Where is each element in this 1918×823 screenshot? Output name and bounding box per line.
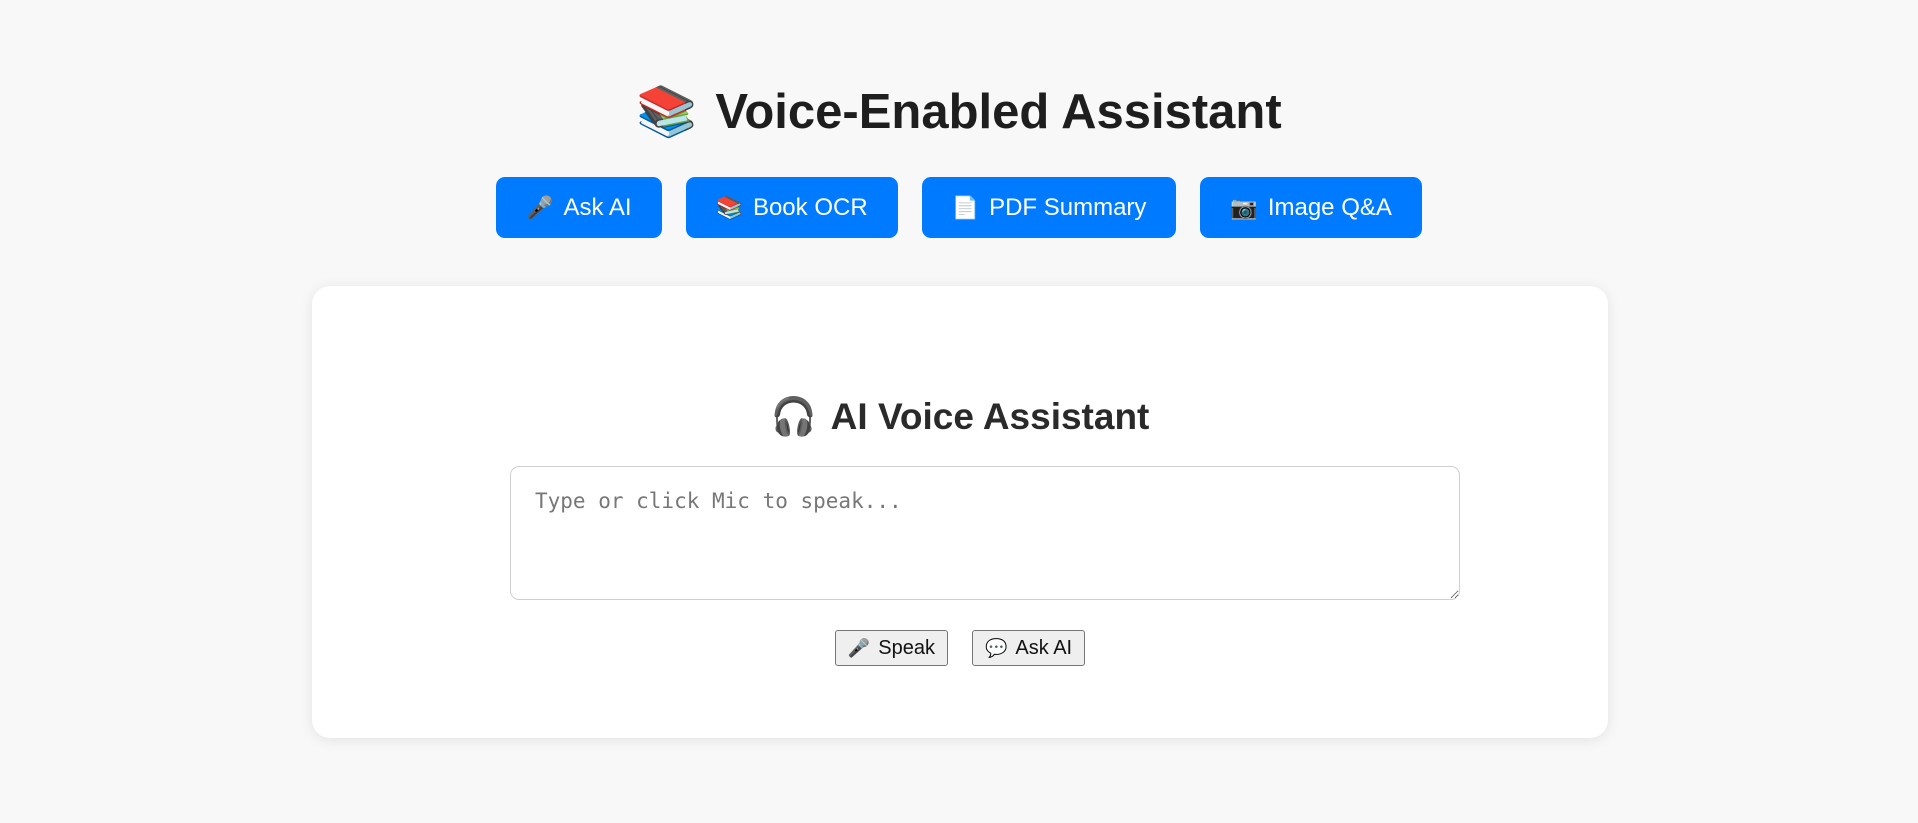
speech-bubble-icon: 💬 xyxy=(985,637,1008,658)
microphone-icon: 🎤 xyxy=(526,194,554,220)
panel-title: 🎧 AI Voice Assistant xyxy=(312,394,1608,440)
page-title: 📚 Voice-Enabled Assistant xyxy=(0,82,1918,142)
headphones-icon: 🎧 xyxy=(770,396,817,437)
ask-ai-nav-label: Ask AI xyxy=(563,193,632,221)
ask-ai-nav-button[interactable]: 🎤 Ask AI xyxy=(496,177,662,238)
image-qa-nav-label: Image Q&A xyxy=(1267,193,1392,221)
speak-button[interactable]: 🎤 Speak xyxy=(834,630,948,666)
camera-icon: 📷 xyxy=(1230,194,1258,220)
book-ocr-nav-button[interactable]: 📚 Book OCR xyxy=(685,177,898,238)
query-input[interactable] xyxy=(510,466,1460,600)
pdf-summary-nav-label: PDF Summary xyxy=(989,193,1147,221)
pdf-summary-nav-button[interactable]: 📄 PDF Summary xyxy=(921,177,1177,238)
voice-assistant-panel: 🎧 AI Voice Assistant 🎤 Speak 💬 Ask AI xyxy=(312,286,1608,738)
document-icon: 📄 xyxy=(951,194,980,220)
image-qa-nav-button[interactable]: 📷 Image Q&A xyxy=(1200,177,1422,238)
panel-actions: 🎤 Speak 💬 Ask AI xyxy=(312,630,1608,666)
ask-ai-button[interactable]: 💬 Ask AI xyxy=(972,630,1086,666)
microphone-icon: 🎤 xyxy=(847,637,871,658)
books-icon: 📚 xyxy=(636,85,698,139)
page-title-text: Voice-Enabled Assistant xyxy=(715,85,1282,139)
ask-ai-button-label: Ask AI xyxy=(1015,636,1073,659)
books-icon: 📚 xyxy=(715,194,743,220)
panel-title-text: AI Voice Assistant xyxy=(830,396,1150,437)
page: 📚 Voice-Enabled Assistant 🎤 Ask AI 📚 Book… xyxy=(0,0,1918,823)
speak-button-label: Speak xyxy=(878,636,935,659)
feature-nav: 🎤 Ask AI 📚 Book OCR 📄 PDF Summary 📷 Imag… xyxy=(0,177,1918,238)
book-ocr-nav-label: Book OCR xyxy=(752,193,868,221)
